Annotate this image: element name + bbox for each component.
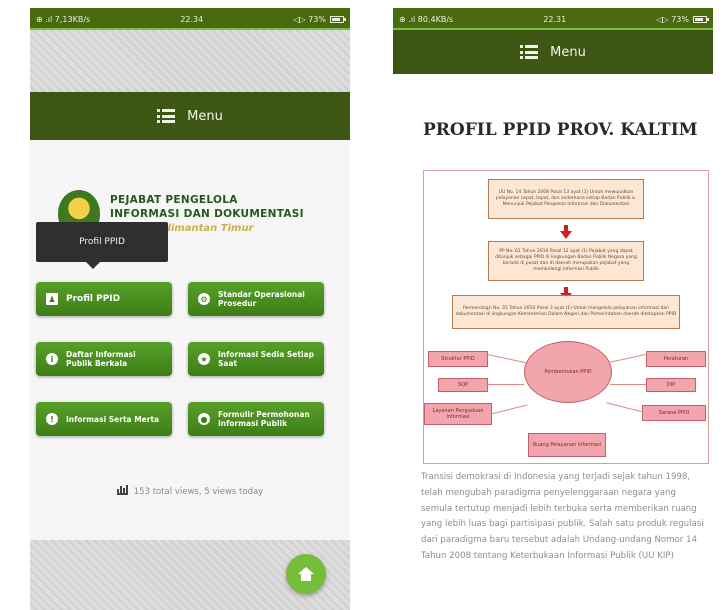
menu-bar[interactable]: Menu xyxy=(30,92,350,140)
connector-line xyxy=(606,402,644,413)
battery-icon xyxy=(329,15,346,23)
connector-line xyxy=(608,354,646,363)
button-label: Informasi Sedia Setiap Saat xyxy=(218,350,314,368)
pembentukan-ppid-node: Pembentukan PPID xyxy=(524,341,612,403)
sarana-ppid-node: Sarana PPID xyxy=(642,405,706,421)
info-icon: i xyxy=(46,353,58,365)
dip-node: DIP xyxy=(646,378,696,392)
connector-line xyxy=(486,353,526,364)
regulation-box-uu: UU No. 14 Tahun 2008 Pasal 13 ayat (1) U… xyxy=(488,179,644,219)
battery-percent: ◁▷ 73% xyxy=(293,14,326,24)
layanan-pengaduan-node: Layanan Pengaduan Informasi xyxy=(424,403,492,425)
sop-node: SOP xyxy=(438,378,488,392)
menu-list-icon xyxy=(520,45,539,59)
formulir-permohonan-button[interactable]: ● Formulir Permohonan Informasi Publik xyxy=(188,402,324,436)
views-text: 153 total views, 5 views today xyxy=(133,487,264,497)
logo-line-2: INFORMASI DAN DOKUMENTASI xyxy=(110,208,304,220)
button-label: Standar Operasional Prosedur xyxy=(218,290,305,308)
page-title: PROFIL PPID PROV. KALTIM xyxy=(423,120,698,140)
connector-line xyxy=(490,404,528,415)
phone-screen-home: ⊕ .ıl 7,13KB/s 22.34 ◁▷ 73% Menu PEJABAT… xyxy=(30,8,350,610)
battery-icon xyxy=(692,15,709,23)
button-label: Profil PPID xyxy=(66,293,121,304)
connector-line xyxy=(486,384,524,385)
star-icon: ★ xyxy=(198,353,210,365)
header-texture xyxy=(30,30,350,92)
clock: 22.31 xyxy=(543,14,567,24)
ppid-structure-diagram: UU No. 14 Tahun 2008 Pasal 13 ayat (1) U… xyxy=(423,170,709,464)
menu-bar[interactable]: Menu xyxy=(393,30,713,74)
daftar-informasi-button[interactable]: i Daftar Informasi Publik Berkala xyxy=(36,342,172,376)
article-paragraph: Transisi demokrasi di Indonesia yang ter… xyxy=(421,472,704,561)
network-status: ⊕ .ıl 80,4KB/s xyxy=(399,14,454,24)
alert-icon: ! xyxy=(46,413,58,425)
regulation-box-permendagri: Permendagri No. 35 Tahun 2010 Pasal 3 ay… xyxy=(452,295,680,329)
logo-line-3: Kalimantan Timur xyxy=(153,223,254,234)
informasi-setiap-saat-button[interactable]: ★ Informasi Sedia Setiap Saat xyxy=(188,342,324,376)
connector-line xyxy=(610,384,646,385)
clock: 22.34 xyxy=(180,14,204,24)
home-fab-button[interactable] xyxy=(286,554,326,594)
profil-ppid-button[interactable]: ♟ Profil PPID xyxy=(36,282,172,316)
sop-button[interactable]: ⚙ Standar Operasional Prosedur xyxy=(188,282,324,316)
arrow-down-icon xyxy=(560,225,572,239)
peraturan-node: Peraturan xyxy=(646,351,706,367)
menu-list-icon xyxy=(157,109,176,123)
logo-line-1: PEJABAT PENGELOLA xyxy=(110,194,238,206)
status-bar: ⊕ .ıl 7,13KB/s 22.34 ◁▷ 73% xyxy=(30,8,350,30)
button-label: Informasi Serta Merta xyxy=(66,414,160,424)
ruang-pelayanan-node: Ruang Pelayanan Informasi xyxy=(528,433,606,457)
informasi-serta-merta-button[interactable]: ! Informasi Serta Merta xyxy=(36,402,172,436)
view-counter: 153 total views, 5 views today xyxy=(30,484,350,497)
chat-icon: ● xyxy=(198,413,210,425)
button-label: Formulir Permohonan Informasi Publik xyxy=(218,410,310,428)
button-label: Daftar Informasi Publik Berkala xyxy=(66,350,136,368)
struktur-ppid-node: Struktur PPID xyxy=(428,351,488,367)
home-icon xyxy=(298,567,314,581)
network-status: ⊕ .ıl 7,13KB/s xyxy=(36,14,91,24)
tooltip: Profil PPID xyxy=(36,222,168,269)
menu-label: Menu xyxy=(187,108,223,124)
phone-screen-profil: ⊕ .ıl 80,4KB/s 22.31 ◁▷ 73% Menu PROFIL … xyxy=(393,8,713,610)
person-icon: ♟ xyxy=(46,293,58,305)
regulation-box-pp: PP No. 61 Tahun 2010 Pasal 12 ayat (1) P… xyxy=(488,241,644,281)
menu-label: Menu xyxy=(550,44,586,60)
bar-chart-icon xyxy=(116,484,128,495)
gear-icon: ⚙ xyxy=(198,293,210,305)
battery-percent: ◁▷ 73% xyxy=(656,14,689,24)
status-bar: ⊕ .ıl 80,4KB/s 22.31 ◁▷ 73% xyxy=(393,8,713,30)
